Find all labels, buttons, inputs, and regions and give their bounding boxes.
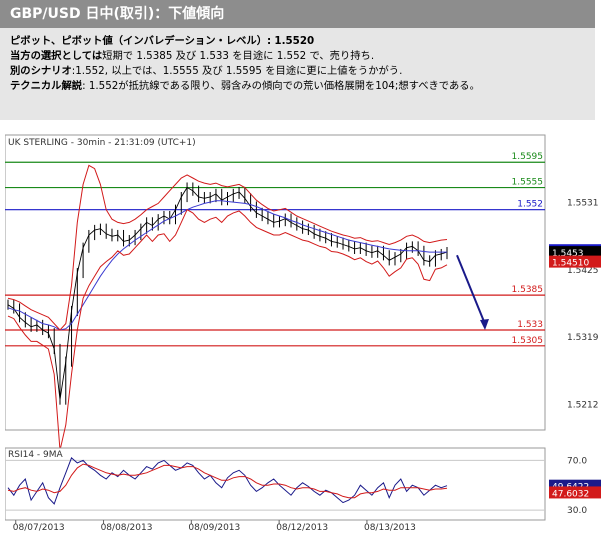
y-tick-label: 1.5319 bbox=[567, 333, 599, 343]
level-label: 1.552 bbox=[517, 200, 543, 210]
pivot-value: 1.5520 bbox=[274, 35, 315, 47]
rsi-y-tick-label: 70.0 bbox=[567, 456, 587, 466]
choice-label: 当方の選択としては bbox=[10, 50, 103, 62]
rsi-y-tick-label: 30.0 bbox=[567, 506, 587, 516]
x-tick-label: 08/12/2013 bbox=[276, 523, 328, 533]
level-label: 1.5305 bbox=[512, 336, 544, 346]
analysis-box: ピボット、ピボット値（インバレデーション・レベル）: 1.5520 当方の選択と… bbox=[0, 28, 595, 120]
y-tick-label: 1.5531 bbox=[567, 199, 599, 209]
tech-row: テクニカル解説: 1.552が抵抗線である限り、弱含みの傾向での荒い価格展開を1… bbox=[10, 79, 595, 94]
alt-label: 別のシナリオ bbox=[10, 65, 72, 77]
page-title: GBP/USD 日中(取引)：下値傾向 bbox=[0, 0, 595, 28]
x-tick-label: 08/08/2013 bbox=[101, 523, 153, 533]
main-panel-frame bbox=[4, 134, 546, 431]
level-label: 1.533 bbox=[517, 320, 543, 330]
tech-label: テクニカル解説 bbox=[10, 80, 83, 92]
chart-svg: UK STERLING - 30min - 21:31:09 (UTC+1) 1.… bbox=[4, 134, 601, 533]
tech-text: : 1.552が抵抗線である限り、弱含みの傾向での荒い価格展開を104;想すべき… bbox=[82, 80, 480, 92]
choice-text: 短期で 1.5385 及び 1.533 を目途に 1.552 で、売り持ち. bbox=[102, 50, 375, 62]
main-panel-title: UK STERLING - 30min - 21:31:09 (UTC+1) bbox=[8, 138, 196, 148]
y-tick-label: 1.5212 bbox=[567, 401, 599, 411]
alt-row: 別のシナリオ:1.552, 以上では、1.5555 及び 1.5595 を目途に… bbox=[10, 64, 595, 79]
rsi-panel-title: RSI14 - 9MA bbox=[8, 450, 64, 460]
price-tag-label: 1.54510 bbox=[552, 259, 589, 269]
pivot-label: ピボット、ピボット値（インバレデーション・レベル）: bbox=[10, 35, 272, 47]
x-tick-label: 08/13/2013 bbox=[364, 523, 416, 533]
x-tick-label: 08/09/2013 bbox=[188, 523, 240, 533]
x-tick-label: 08/07/2013 bbox=[13, 523, 65, 533]
alt-text: :1.552, 以上では、1.5555 及び 1.5595 を目途に更に上値をう… bbox=[71, 65, 403, 77]
level-label: 1.5385 bbox=[512, 285, 544, 295]
chart-area: UK STERLING - 30min - 21:31:09 (UTC+1) 1.… bbox=[4, 130, 603, 534]
pivot-row: ピボット、ピボット値（インバレデーション・レベル）: 1.5520 bbox=[10, 34, 595, 49]
level-label: 1.5595 bbox=[512, 152, 544, 162]
rsi-price-tag-label: 47.6032 bbox=[552, 489, 589, 499]
level-label: 1.5555 bbox=[512, 178, 544, 188]
choice-row: 当方の選択としては短期で 1.5385 及び 1.533 を目途に 1.552 … bbox=[10, 49, 595, 64]
